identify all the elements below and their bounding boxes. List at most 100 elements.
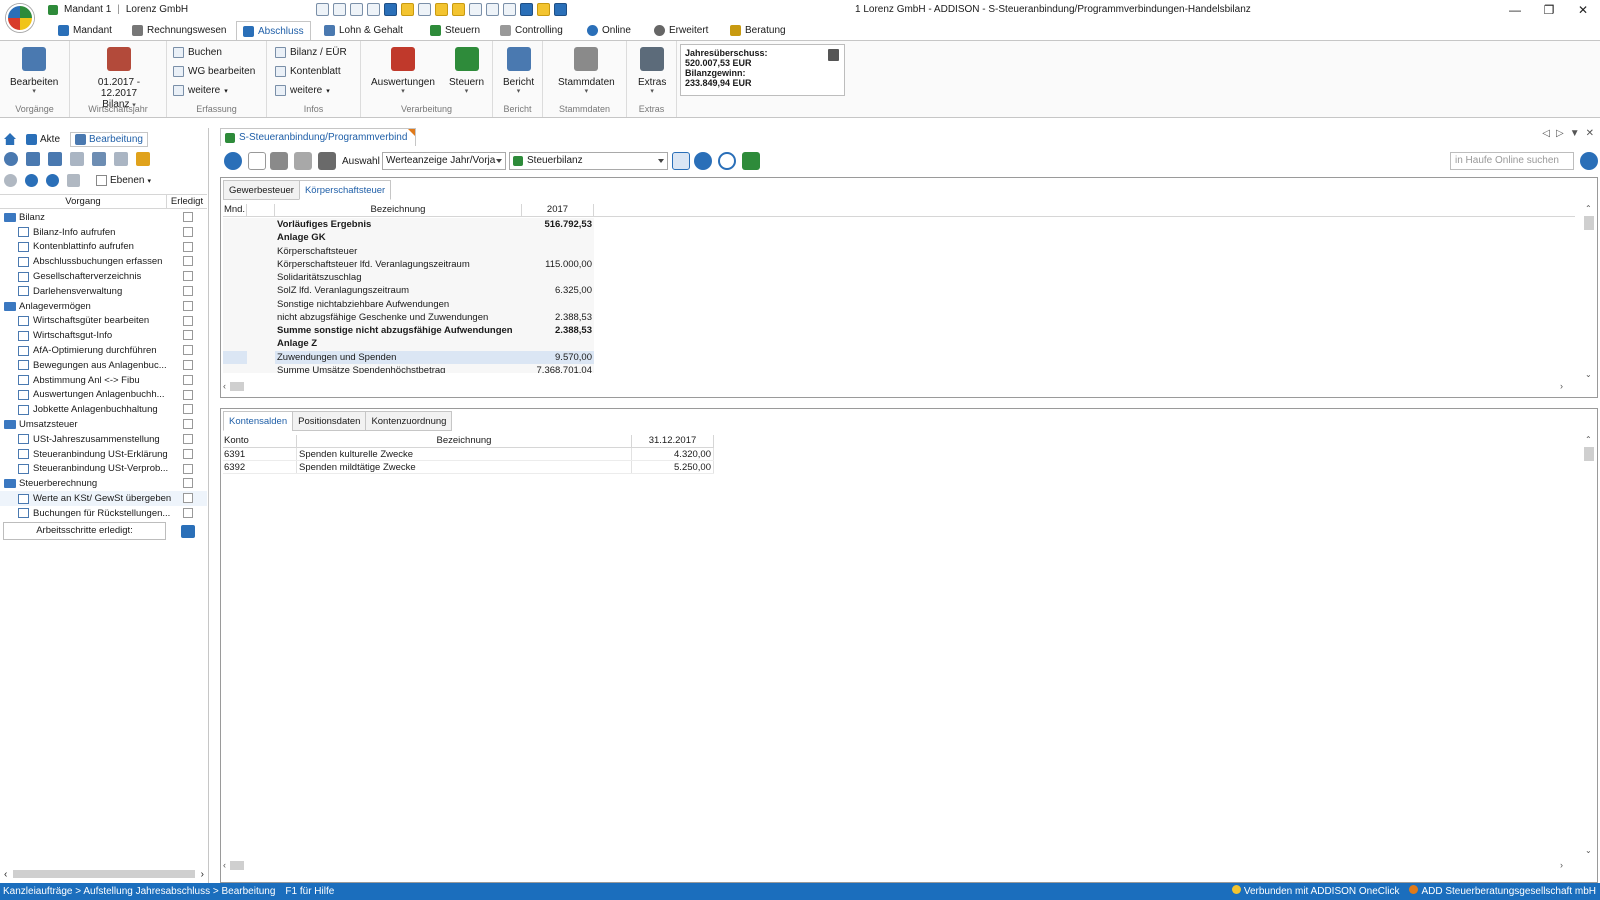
maximize-button[interactable]: ❐ [1532, 0, 1566, 20]
table-row[interactable]: Anlage GK [223, 231, 1575, 245]
erledigt-checkbox[interactable] [183, 285, 193, 296]
col-erledigt[interactable]: Erledigt [167, 195, 207, 208]
table-row[interactable]: Solidaritätszuschlag [223, 271, 1575, 285]
list-check-icon[interactable] [92, 152, 106, 166]
tab-mandant[interactable]: Mandant [52, 21, 118, 40]
forward-icon[interactable] [70, 152, 84, 166]
erledigt-checkbox[interactable] [183, 359, 193, 370]
col-konto[interactable]: Konto [223, 435, 297, 447]
tab-rechnungswesen[interactable]: Rechnungswesen [126, 21, 233, 40]
lightbulb-icon[interactable] [537, 3, 550, 16]
erledigt-checkbox[interactable] [183, 330, 193, 341]
erledigt-checkbox[interactable] [183, 271, 193, 282]
scroll-right-icon[interactable]: › [1560, 381, 1563, 391]
scroll-thumb[interactable] [230, 381, 244, 391]
table-row[interactable]: Körperschaftsteuer [223, 244, 1575, 258]
edit-icon[interactable] [333, 3, 346, 16]
erledigt-checkbox[interactable] [183, 374, 193, 385]
list-item[interactable]: USt-Jahreszusammenstellung [0, 432, 207, 447]
bilanz-eur-button[interactable]: Bilanz / EÜR [275, 47, 347, 58]
erledigt-checkbox[interactable] [183, 448, 193, 459]
wg-bearbeiten-button[interactable]: WG bearbeiten [173, 66, 255, 77]
document-tab[interactable]: S-Steueranbindung/Programmverbind [220, 128, 417, 146]
erledigt-checkbox[interactable] [183, 507, 193, 518]
binoculars-icon[interactable] [316, 3, 329, 16]
tab-next-icon[interactable]: ▷ [1556, 128, 1564, 139]
table-row[interactable]: 6392 Spenden mildtätige Zwecke 5.250,00 [223, 461, 714, 474]
tab-close-icon[interactable]: ✕ [1586, 128, 1594, 139]
bearbeiten-button[interactable]: Bearbeiten ▾ [10, 47, 58, 96]
delete-icon[interactable] [270, 152, 288, 170]
save-icon[interactable] [294, 152, 312, 170]
table-row[interactable]: 6391 Spenden kulturelle Zwecke 4.320,00 [223, 448, 714, 461]
scroll-left-icon[interactable]: ‹ [4, 869, 7, 880]
clock-icon[interactable] [435, 3, 448, 16]
scroll-right-icon[interactable]: › [1560, 860, 1563, 870]
erledigt-checkbox[interactable] [183, 419, 193, 430]
stammdaten-button[interactable]: Stammdaten ▾ [558, 47, 615, 96]
table-row[interactable]: Körperschaftsteuer lfd. Veranlagungszeit… [223, 257, 1575, 271]
print-icon[interactable] [318, 152, 336, 170]
scroll-thumb[interactable] [1584, 447, 1594, 461]
weitere-erfassung-button[interactable]: weitere ▾ [173, 85, 228, 96]
tab-akte[interactable]: Akte [22, 133, 64, 146]
scroll-down-icon[interactable]: ⌄ [1585, 370, 1592, 379]
weitere-infos-button[interactable]: weitere ▾ [275, 85, 330, 96]
list-item[interactable]: Wirtschaftsgut-Info [0, 328, 207, 343]
list-item[interactable]: Auswertungen Anlagenbuchh... [0, 388, 207, 403]
list-item[interactable]: Buchungen für Rückstellungen... [0, 506, 207, 521]
table-row[interactable]: SolZ lfd. Veranlagungszeitraum 6.325,00 [223, 284, 1575, 298]
tab-positionsdaten[interactable]: Positionsdaten [292, 411, 367, 431]
table-row[interactable]: Anlage Z [223, 337, 1575, 351]
erledigt-checkbox[interactable] [183, 300, 193, 311]
list-item[interactable]: Werte an KSt/ GewSt übergeben [0, 491, 207, 506]
list-item[interactable]: Gesellschafterverzeichnis [0, 269, 207, 284]
tab-bearbeitung[interactable]: Bearbeitung [70, 131, 148, 147]
filter-icon[interactable] [224, 152, 242, 170]
tab-lohn-gehalt[interactable]: Lohn & Gehalt [318, 21, 409, 40]
erledigt-checkbox[interactable] [183, 404, 193, 415]
list-item[interactable]: Darlehensverwaltung [0, 284, 207, 299]
cancel-icon[interactable] [46, 174, 59, 187]
help-icon[interactable] [520, 3, 533, 16]
trash-icon[interactable] [828, 49, 839, 61]
lower-hscroll[interactable]: ‹ › [223, 859, 1573, 871]
scroll-up-icon[interactable]: ⌃ [1585, 435, 1592, 444]
tab-abschluss[interactable]: Abschluss [236, 21, 311, 40]
list-group[interactable]: Bilanz [0, 210, 207, 225]
erledigt-checkbox[interactable] [183, 389, 193, 400]
list-item[interactable]: Abschlussbuchungen erfassen [0, 254, 207, 269]
info-icon[interactable] [1580, 152, 1598, 170]
erledigt-checkbox[interactable] [183, 315, 193, 326]
list-group[interactable]: Anlagevermögen [0, 299, 207, 314]
lower-vscroll[interactable]: ⌃ ⌄ [1583, 435, 1595, 855]
col-2017[interactable]: 2017 [522, 204, 594, 216]
window-icon[interactable] [554, 3, 567, 16]
arbeitsschritte-erledigt-button[interactable]: Arbeitsschritte erledigt: [3, 522, 166, 540]
magnifier-icon[interactable] [718, 152, 736, 170]
auswahl-select[interactable]: Werteanzeige Jahr/Vorja [382, 152, 506, 170]
kontenblatt-button[interactable]: Kontenblatt [275, 66, 341, 77]
word-icon[interactable] [384, 3, 397, 16]
scroll-thumb[interactable] [1584, 216, 1594, 230]
status-connection[interactable]: Verbunden mit ADDISON OneClick [1231, 885, 1399, 897]
tab-steuern[interactable]: Steuern [424, 21, 486, 40]
list-item[interactable]: Jobkette Anlagenbuchhaltung [0, 402, 207, 417]
mail-icon[interactable] [452, 3, 465, 16]
erledigt-checkbox[interactable] [183, 478, 193, 489]
back-icon[interactable] [48, 152, 62, 166]
scroll-left-icon[interactable]: ‹ [223, 381, 226, 391]
transfer-icon[interactable] [742, 152, 760, 170]
list-item[interactable]: Wirtschaftsgüter bearbeiten [0, 314, 207, 329]
scroll-right-icon[interactable]: › [201, 869, 204, 880]
confirm-icon[interactable] [181, 525, 195, 538]
tab-prev-icon[interactable]: ◁ [1542, 128, 1550, 139]
col-mnd[interactable]: Mnd. [223, 204, 247, 216]
tab-koerperschaftsteuer[interactable]: Körperschaftsteuer [298, 180, 392, 200]
minimize-button[interactable]: — [1498, 0, 1532, 20]
pause-icon[interactable] [25, 174, 38, 187]
list-icon[interactable] [367, 3, 380, 16]
list-item[interactable]: Steueranbindung USt-Verprob... [0, 462, 207, 477]
list-item[interactable]: AfA-Optimierung durchführen [0, 343, 207, 358]
pencil-icon[interactable] [136, 152, 150, 166]
